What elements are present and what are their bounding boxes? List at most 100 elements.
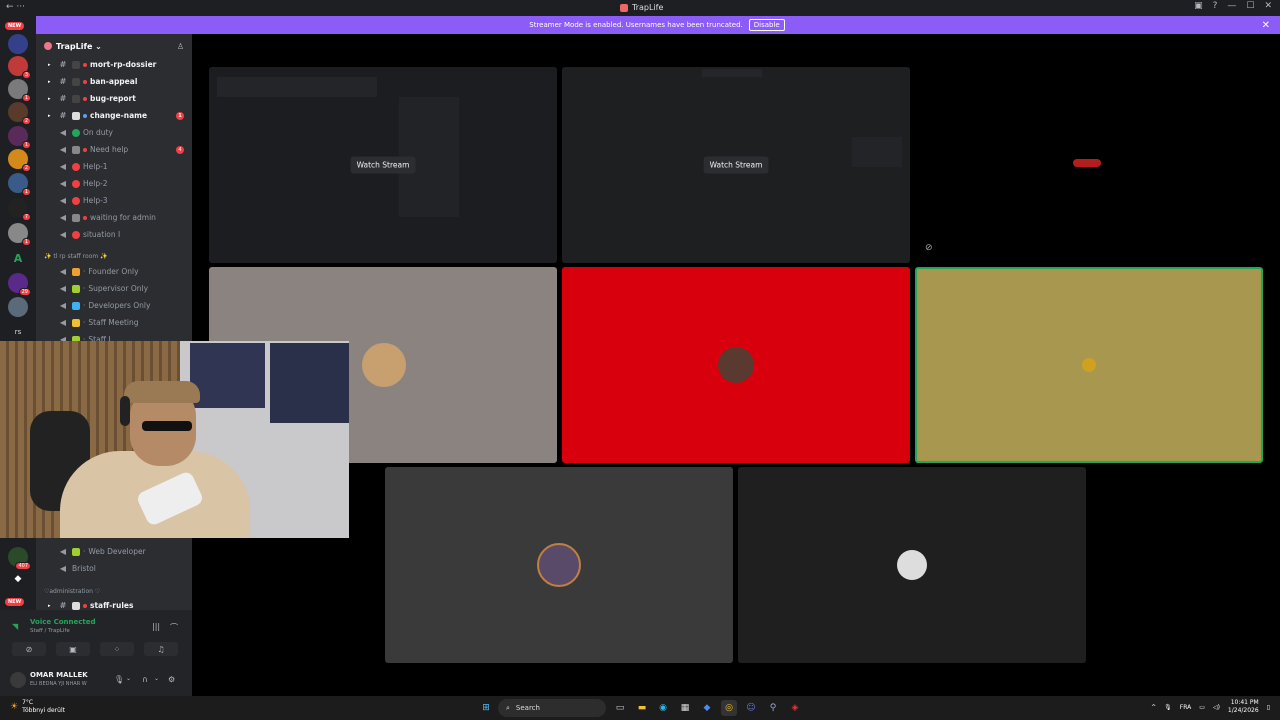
voice-channel-waiting-for-admin[interactable]: ◀ waiting for admin xyxy=(36,210,192,225)
start-button[interactable]: ⊞ xyxy=(478,700,494,716)
help-icon[interactable]: ? xyxy=(1213,1,1218,11)
mail-icon xyxy=(72,60,80,69)
file-explorer-icon[interactable]: ▬ xyxy=(634,700,650,716)
microphone-icon[interactable]: 🎙 xyxy=(114,675,124,684)
server-icon[interactable]: 1 xyxy=(8,223,31,246)
discord-icon[interactable]: ☺ xyxy=(743,700,759,716)
task-view-icon[interactable]: ▭ xyxy=(612,700,628,716)
voice-channel-path[interactable]: Staff / TrapLife xyxy=(30,628,70,634)
steam-icon[interactable]: ⚲ xyxy=(765,700,781,716)
search-label: Search xyxy=(515,704,540,712)
participant-avatar xyxy=(1073,159,1101,167)
screen-share-button[interactable]: ▣ xyxy=(56,642,90,656)
server-icon[interactable] xyxy=(8,34,28,54)
server-icon[interactable]: 1 xyxy=(8,79,31,102)
server-icon[interactable] xyxy=(8,297,28,317)
close-window-button[interactable]: ✕ xyxy=(1264,1,1272,11)
server-icon[interactable]: 7 xyxy=(8,198,31,221)
no-entry-icon xyxy=(72,179,80,188)
voice-channel-situation[interactable]: ◀ situation I xyxy=(36,227,192,242)
voice-channel-help-3[interactable]: ◀ Help-3 xyxy=(36,193,192,208)
server-icon[interactable]: 1 xyxy=(8,126,31,149)
new-badge: NEW xyxy=(5,598,25,606)
nav-back-icon[interactable]: ← ··· xyxy=(6,2,25,12)
game-launcher-icon[interactable]: ◈ xyxy=(787,700,803,716)
headphones-icon[interactable]: ∩ xyxy=(142,675,148,684)
server-icon[interactable]: 1 xyxy=(8,173,31,196)
no-entry-icon xyxy=(72,230,80,239)
chevron-down-icon[interactable]: ⌄ xyxy=(154,675,159,682)
channel-mort-rp-dossier[interactable]: ▸ # mort-rp-dossier xyxy=(36,57,192,72)
close-banner-icon[interactable]: ✕ xyxy=(1262,20,1270,31)
voice-channel-supervisor-only[interactable]: ◀ · Supervisor Only xyxy=(36,281,192,296)
invite-people-icon[interactable]: ♙ xyxy=(177,42,184,51)
category-administration[interactable]: ♡administration ♡ xyxy=(44,588,100,595)
speaker-icon: ◀ xyxy=(59,284,67,293)
channel-label: Help-1 xyxy=(83,162,108,171)
noise-suppression-icon[interactable]: ||| xyxy=(152,622,160,631)
search-box[interactable]: ⌕ Search xyxy=(498,699,606,717)
settings-gear-icon[interactable]: ⚙ xyxy=(168,675,175,684)
voice-channel-web-developer[interactable]: ◀ · Web Developer xyxy=(36,544,192,559)
channel-bug-report[interactable]: ▸ # bug-report xyxy=(36,91,192,106)
participant-tile[interactable] xyxy=(738,467,1086,663)
voice-status[interactable]: Voice Connected xyxy=(30,618,96,626)
participant-tile[interactable] xyxy=(562,267,910,463)
watch-stream-button[interactable]: Watch Stream xyxy=(350,156,416,174)
inbox-icon[interactable]: ▣ xyxy=(1194,1,1203,11)
edge-icon[interactable]: ◉ xyxy=(655,700,671,716)
voice-channel-bristol[interactable]: ◀ Bristol xyxy=(36,561,192,576)
participant-tile[interactable]: ⊘ xyxy=(915,67,1263,263)
server-icon[interactable]: 29 xyxy=(8,273,31,296)
channel-label: change-name xyxy=(90,111,148,120)
channel-change-name[interactable]: ▸ # change-name 1 xyxy=(36,108,192,123)
voice-channel-developers-only[interactable]: ◀ · Developers Only xyxy=(36,298,192,313)
soundboard-button[interactable]: ♫ xyxy=(144,642,178,656)
clock[interactable]: 10:41 PM 1/24/2026 xyxy=(1228,699,1259,715)
channel-label: Need help xyxy=(90,145,129,154)
notifications-icon[interactable]: ▯ xyxy=(1267,704,1270,711)
avatar[interactable] xyxy=(10,672,26,688)
server-icon[interactable]: 407 xyxy=(8,547,31,570)
server-icon[interactable]: 2 xyxy=(8,149,31,172)
voice-channel-need-help[interactable]: ◀ Need help 4 xyxy=(36,142,192,157)
stream-tile[interactable]: Watch Stream xyxy=(209,67,557,263)
maximize-button[interactable]: ☐ xyxy=(1246,1,1254,11)
weather-widget[interactable]: ☀ 7°C Többnyi derült xyxy=(10,699,65,715)
voice-channel-help-2[interactable]: ◀ Help-2 xyxy=(36,176,192,191)
server-icon[interactable]: A xyxy=(8,249,28,269)
mail-app-icon[interactable]: ◆ xyxy=(699,700,715,716)
disconnect-icon[interactable]: ⌒ xyxy=(170,622,178,633)
stream-tile[interactable]: Watch Stream xyxy=(562,67,910,263)
server-icon[interactable]: 2 xyxy=(8,102,31,125)
chevron-up-icon[interactable]: ^ xyxy=(1151,704,1156,711)
volume-icon[interactable]: ◁) xyxy=(1213,704,1220,711)
voice-channel-staff-meeting[interactable]: ◀ · Staff Meeting xyxy=(36,315,192,330)
microphone-tray-icon[interactable]: 🎙 xyxy=(1164,704,1172,711)
server-icon[interactable]: 3 xyxy=(8,56,31,79)
server-header[interactable]: TrapLife ⌄ ♙ xyxy=(36,34,192,58)
server-icon[interactable]: rs xyxy=(8,322,28,342)
activities-button[interactable]: ⁘ xyxy=(100,642,134,656)
channel-ban-appeal[interactable]: ▸ # ban-appeal xyxy=(36,74,192,89)
camera-button[interactable]: ⊘ xyxy=(12,642,46,656)
participant-tile[interactable] xyxy=(385,467,733,663)
minimize-button[interactable]: — xyxy=(1227,1,1236,11)
chevron-down-icon[interactable]: ⌄ xyxy=(126,675,131,682)
page-icon xyxy=(72,601,80,610)
voice-channel-on-duty[interactable]: ◀ On duty xyxy=(36,125,192,140)
category-staff-room[interactable]: ✨ tl rp staff room ✨ xyxy=(44,253,108,260)
store-icon[interactable]: ▦ xyxy=(677,700,693,716)
voice-channel-help-1[interactable]: ◀ Help-1 xyxy=(36,159,192,174)
app-logo-icon xyxy=(620,3,628,12)
watch-stream-button[interactable]: Watch Stream xyxy=(703,156,769,174)
time: 10:41 PM xyxy=(1230,699,1259,706)
voice-channel-founder-only[interactable]: ◀ · Founder Only xyxy=(36,264,192,279)
participant-tile-speaking[interactable] xyxy=(915,267,1263,463)
network-icon[interactable]: ▭ xyxy=(1199,704,1205,711)
server-icon[interactable]: ◆ xyxy=(8,569,28,589)
disable-streamer-mode-button[interactable]: Disable xyxy=(748,19,785,31)
dot-icon xyxy=(83,62,87,67)
chrome-icon[interactable]: ◎ xyxy=(721,700,737,716)
language-indicator[interactable]: FRA xyxy=(1180,704,1191,711)
